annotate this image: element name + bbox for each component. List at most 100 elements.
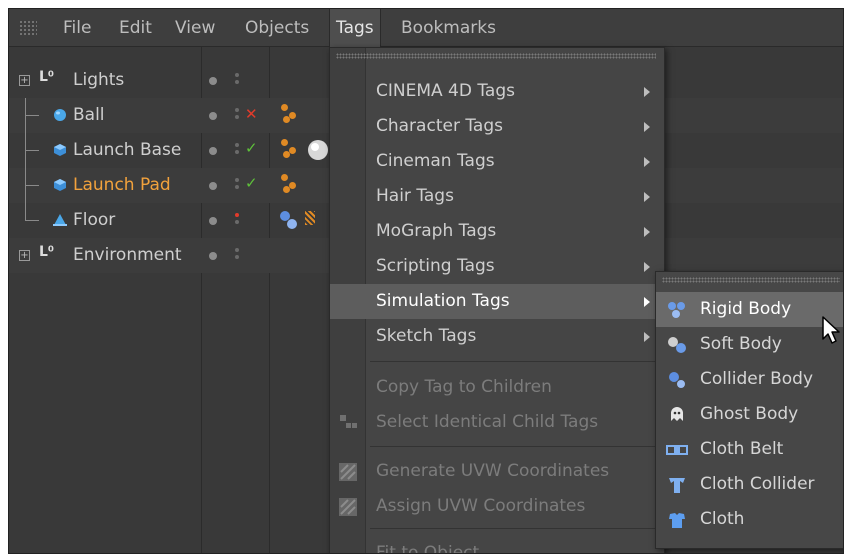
mouse-cursor-icon [822, 316, 840, 344]
menu-item-simulation-tags[interactable]: Simulation Tags [330, 284, 664, 319]
menu-bookmarks[interactable]: Bookmarks [395, 9, 502, 47]
menu-item-label: Simulation Tags [376, 291, 510, 311]
cube-icon [54, 144, 66, 156]
toolbar-grip-icon[interactable] [19, 20, 37, 36]
object-name[interactable]: Ball [73, 98, 105, 133]
expand-icon[interactable]: + [19, 250, 30, 261]
submenu-arrow-icon [644, 297, 650, 307]
uvw-generate-icon [339, 463, 357, 481]
object-name[interactable]: Environment [73, 238, 182, 273]
submenu-item-label: Rigid Body [700, 299, 792, 319]
menu-edit[interactable]: Edit [113, 9, 158, 47]
render-dots[interactable] [235, 143, 239, 157]
disabled-cross-icon[interactable]: ✕ [245, 105, 258, 123]
menu-item-label: MoGraph Tags [376, 221, 497, 241]
submenu-item-collider-body[interactable]: Collider Body [656, 362, 843, 397]
visibility-dot[interactable] [209, 217, 217, 225]
menu-item-label: Generate UVW Coordinates [376, 461, 610, 481]
cloth-belt-icon [666, 445, 688, 455]
submenu-item-cloth[interactable]: Cloth [656, 502, 843, 537]
menu-item-sketch-tags[interactable]: Sketch Tags [330, 319, 664, 354]
select-children-icon [340, 415, 357, 428]
menu-item-label: Scripting Tags [376, 256, 495, 276]
object-name[interactable]: Launch Base [73, 133, 181, 168]
menu-item-character-tags[interactable]: Character Tags [330, 109, 664, 144]
submenu-item-soft-body[interactable]: Soft Body [656, 327, 843, 362]
tag-icon[interactable] [305, 211, 315, 225]
menu-item-mograph-tags[interactable]: MoGraph Tags [330, 214, 664, 249]
simulation-tags-submenu: Rigid Body Soft Body Collider Body Ghost… [655, 271, 843, 549]
menu-file[interactable]: File [57, 9, 97, 47]
menu-separator [370, 446, 660, 447]
menu-item-label: Select Identical Child Tags [376, 412, 599, 432]
submenu-arrow-icon [644, 332, 650, 342]
menu-item-scripting-tags[interactable]: Scripting Tags [330, 249, 664, 284]
submenu-item-ghost-body[interactable]: Ghost Body [656, 397, 843, 432]
material-tag-icon[interactable] [307, 139, 329, 161]
menu-item-select-identical-child-tags[interactable]: Select Identical Child Tags [330, 405, 664, 440]
render-dots[interactable] [235, 213, 239, 227]
null-object-icon: L⁰ [39, 69, 55, 85]
enabled-check-icon[interactable]: ✓ [245, 174, 258, 192]
submenu-item-cloth-collider[interactable]: Cloth Collider [656, 467, 843, 502]
submenu-arrow-icon [644, 87, 650, 97]
menu-item-copy-tag-to-children[interactable]: Copy Tag to Children [330, 370, 664, 405]
expand-icon[interactable]: + [19, 75, 30, 86]
render-dots[interactable] [235, 108, 239, 122]
visibility-dot[interactable] [209, 77, 217, 85]
ghost-body-icon [671, 407, 683, 421]
menu-tearoff-grip[interactable] [662, 277, 840, 283]
submenu-item-label: Ghost Body [700, 404, 799, 424]
menu-item-label: Assign UVW Coordinates [376, 496, 586, 516]
object-name[interactable]: Lights [73, 63, 124, 98]
menu-item-assign-uvw-coordinates[interactable]: Assign UVW Coordinates [330, 489, 664, 524]
submenu-arrow-icon [644, 122, 650, 132]
menu-item-cineman-tags[interactable]: Cineman Tags [330, 144, 664, 179]
menu-item-label: Fit to Object [376, 543, 480, 554]
cinema4d-window: File Edit View Objects Tags Bookmarks + … [8, 8, 844, 554]
menu-item-generate-uvw-coordinates[interactable]: Generate UVW Coordinates [330, 454, 664, 489]
rigid-body-icon [668, 302, 685, 318]
cube-icon [54, 179, 66, 191]
submenu-item-label: Cloth Collider [700, 474, 815, 494]
submenu-item-rigid-body[interactable]: Rigid Body [656, 292, 843, 327]
cloth-collider-icon [669, 478, 685, 493]
visibility-dot[interactable] [209, 252, 217, 260]
submenu-item-label: Cloth Belt [700, 439, 784, 459]
menu-view[interactable]: View [169, 9, 221, 47]
submenu-item-cloth-belt[interactable]: Cloth Belt [656, 432, 843, 467]
uvw-assign-icon [339, 498, 357, 516]
menu-bar: File Edit View Objects Tags Bookmarks [9, 9, 843, 47]
menu-objects[interactable]: Objects [239, 9, 315, 47]
visibility-dot[interactable] [209, 182, 217, 190]
menu-tags[interactable]: Tags [329, 9, 381, 47]
render-dots[interactable] [235, 73, 239, 87]
floor-icon [53, 214, 67, 226]
visibility-dot[interactable] [209, 112, 217, 120]
menu-item-label: Cineman Tags [376, 151, 495, 171]
visibility-dot[interactable] [209, 147, 217, 155]
menu-separator [370, 361, 660, 362]
render-dots[interactable] [235, 178, 239, 192]
submenu-arrow-icon [644, 227, 650, 237]
tag-icon[interactable] [279, 102, 303, 126]
menu-item-hair-tags[interactable]: Hair Tags [330, 179, 664, 214]
render-dots[interactable] [235, 248, 239, 262]
object-name[interactable]: Launch Pad [73, 168, 171, 203]
menu-item-label: Character Tags [376, 116, 503, 136]
tag-icon[interactable] [279, 172, 303, 196]
menu-item-cinema4d-tags[interactable]: CINEMA 4D Tags [330, 74, 664, 109]
menu-item-fit-to-object[interactable]: Fit to Object [330, 536, 664, 554]
collider-tag-icon[interactable] [277, 209, 301, 231]
submenu-arrow-icon [644, 192, 650, 202]
collider-body-icon [669, 372, 685, 388]
cloth-icon [669, 513, 685, 528]
soft-body-icon [668, 337, 686, 353]
tag-icon[interactable] [279, 137, 303, 161]
submenu-arrow-icon [644, 262, 650, 272]
enabled-check-icon[interactable]: ✓ [245, 139, 258, 157]
menu-tearoff-grip[interactable] [336, 53, 656, 59]
submenu-item-label: Collider Body [700, 369, 813, 389]
object-name[interactable]: Floor [73, 203, 115, 238]
submenu-item-label: Soft Body [700, 334, 782, 354]
